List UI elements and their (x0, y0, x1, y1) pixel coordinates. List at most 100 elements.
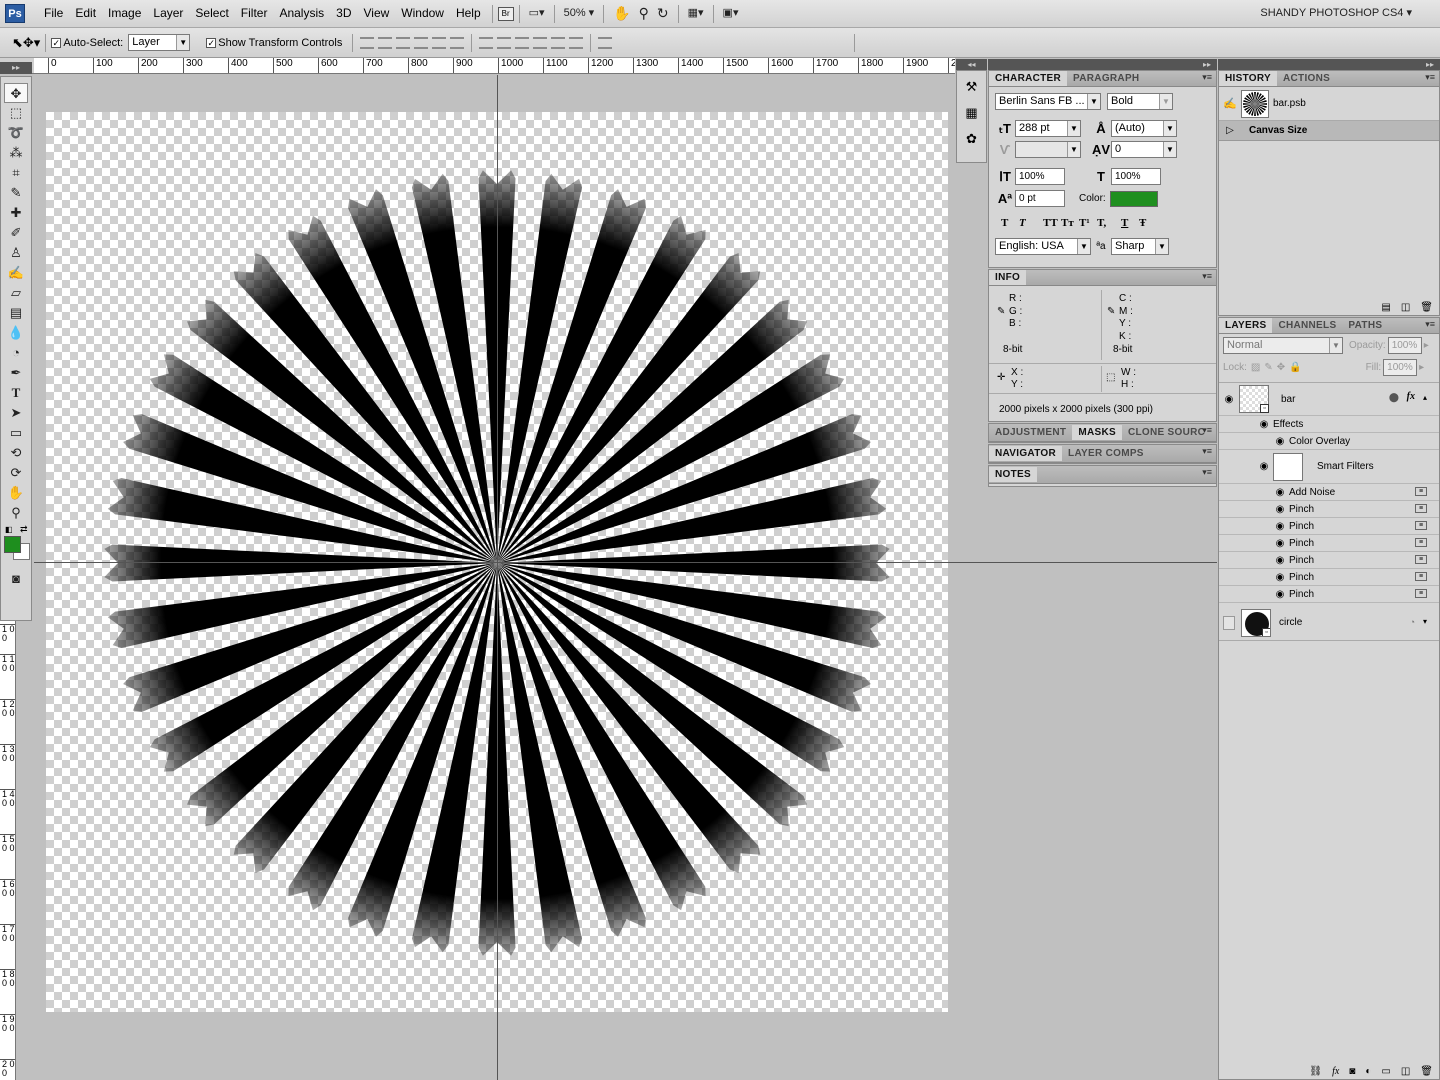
faux-bold-button[interactable]: T (1001, 217, 1019, 229)
layer-row-circle[interactable]: ▫ circle ◔ ▾ (1219, 605, 1439, 641)
filter-row[interactable]: ◉ Pinch ≡ (1219, 552, 1439, 569)
tab-navigator[interactable]: NAVIGATOR (989, 446, 1063, 461)
align-vcenter-icon[interactable] (378, 36, 393, 49)
adjustment-layer-icon[interactable]: ◐ (1365, 1066, 1371, 1077)
move-tool-preset-icon[interactable]: ⬉✥▾ (12, 35, 40, 51)
align-left-icon[interactable] (414, 36, 429, 49)
leading-field[interactable]: (Auto) ▼ (1111, 120, 1177, 137)
dodge-tool-icon[interactable]: ◔ (4, 343, 28, 363)
distribute-right-icon[interactable] (569, 36, 584, 49)
vertical-guide[interactable] (497, 75, 498, 1080)
layer-row-bar[interactable]: ◉ ▫ bar ⬤ fx ▴ (1219, 382, 1439, 416)
distribute-top-icon[interactable] (479, 36, 494, 49)
align-right-icon[interactable] (450, 36, 465, 49)
eye-icon[interactable]: ◉ (1273, 521, 1287, 532)
filter-blending-options-icon[interactable]: ≡ (1415, 589, 1427, 598)
filter-blending-options-icon[interactable]: ≡ (1415, 555, 1427, 564)
horizontal-guide[interactable] (34, 562, 1217, 563)
fill-slider-icon[interactable]: ▸ (1419, 362, 1424, 373)
healing-brush-tool-icon[interactable]: ✚ (4, 203, 28, 223)
text-color-swatch[interactable] (1109, 190, 1158, 207)
new-layer-icon[interactable]: ◫ (1401, 1066, 1410, 1077)
filter-blending-options-icon[interactable]: ≡ (1415, 572, 1427, 581)
superscript-button[interactable]: T¹ (1079, 217, 1097, 229)
type-tool-icon[interactable]: T (4, 383, 28, 403)
bridge-button[interactable]: Br (497, 6, 514, 21)
lasso-tool-icon[interactable]: ➰ (4, 123, 28, 143)
view-extras-icon[interactable]: ▭▾ (525, 0, 549, 27)
filter-row[interactable]: ◉ Pinch ≡ (1219, 518, 1439, 535)
filter-row[interactable]: ◉ Pinch ≡ (1219, 501, 1439, 518)
distribute-hcenter-icon[interactable] (551, 36, 566, 49)
new-snapshot-icon[interactable]: ◫ (1401, 302, 1410, 313)
3d-orbit-tool-icon[interactable]: ⟳ (4, 463, 28, 483)
fill-field[interactable]: 100% (1383, 359, 1418, 376)
filter-blending-options-icon[interactable]: ≡ (1415, 487, 1427, 496)
eraser-tool-icon[interactable]: ▱ (4, 283, 28, 303)
eye-icon[interactable]: ◉ (1257, 461, 1271, 472)
eye-icon[interactable]: ◉ (1273, 589, 1287, 600)
menu-edit[interactable]: Edit (69, 0, 102, 27)
eye-icon[interactable]: ◉ (1273, 538, 1287, 549)
clone-stamp-tool-icon[interactable]: ♙ (4, 243, 28, 263)
new-group-icon[interactable]: ▭ (1381, 1066, 1390, 1077)
lock-icons[interactable]: ▨✎✥🔒 (1251, 362, 1306, 373)
auto-select-dropdown[interactable]: Layer ▼ (128, 34, 191, 51)
align-top-icon[interactable] (360, 36, 375, 49)
faux-italic-button[interactable]: T (1019, 217, 1043, 229)
panel-menu-icon[interactable]: ▾≡ (1202, 467, 1212, 478)
eye-icon[interactable]: ◉ (1273, 487, 1287, 498)
font-style-dropdown[interactable]: Bold ▼ (1107, 93, 1173, 110)
tab-history[interactable]: HISTORY (1219, 71, 1277, 86)
horizontal-scale-field[interactable]: 100% (1111, 168, 1161, 185)
filter-row[interactable]: ◉ Pinch ≡ (1219, 586, 1439, 603)
swap-colors-icon[interactable]: ⇄ (20, 524, 28, 535)
filter-blending-options-icon[interactable]: ≡ (1415, 521, 1427, 530)
menu-image[interactable]: Image (102, 0, 147, 27)
menu-window[interactable]: Window (395, 0, 450, 27)
tab-character[interactable]: CHARACTER (989, 71, 1068, 86)
filter-row[interactable]: ◉ Pinch ≡ (1219, 569, 1439, 586)
styles-icon[interactable]: ✿ (962, 129, 982, 149)
blur-tool-icon[interactable]: 💧 (4, 323, 28, 343)
all-caps-button[interactable]: TT (1043, 217, 1061, 229)
menu-help[interactable]: Help (450, 0, 487, 27)
add-mask-icon[interactable]: ◙ (1349, 1066, 1355, 1077)
menu-select[interactable]: Select (189, 0, 234, 27)
filter-row[interactable]: ◉ Add Noise ≡ (1219, 484, 1439, 501)
workspace-switcher[interactable]: SHANDY PHOTOSHOP CS4 ▾ (1260, 0, 1412, 27)
tab-layers[interactable]: LAYERS (1219, 318, 1273, 333)
opacity-slider-icon[interactable]: ▸ (1424, 340, 1429, 351)
history-state[interactable]: ▷ Canvas Size (1219, 121, 1439, 141)
3d-rotate-tool-icon[interactable]: ⟲ (4, 443, 28, 463)
menu-layer[interactable]: Layer (147, 0, 189, 27)
tool-presets-icon[interactable]: ⚒ (962, 77, 982, 97)
expand-effects-icon[interactable]: ▾ (1423, 617, 1427, 626)
tab-adjustments[interactable]: ADJUSTMENT (989, 425, 1072, 440)
menu-3d[interactable]: 3D (330, 0, 357, 27)
tab-clone-source[interactable]: CLONE SOURC (1122, 425, 1211, 440)
shape-tool-icon[interactable]: ▭ (4, 423, 28, 443)
underline-button[interactable]: T (1121, 217, 1139, 229)
add-layer-style-icon[interactable]: fx (1332, 1066, 1339, 1077)
distribute-vcenter-icon[interactable] (497, 36, 512, 49)
pen-tool-icon[interactable]: ✒ (4, 363, 28, 383)
panel-menu-icon[interactable]: ▾≡ (1202, 271, 1212, 282)
distribute-bottom-icon[interactable] (515, 36, 530, 49)
tab-channels[interactable]: CHANNELS (1272, 318, 1342, 333)
hand-tool-icon[interactable]: ✋ (4, 483, 28, 503)
link-layers-icon[interactable]: ⛓ (1309, 1066, 1322, 1077)
history-snapshot[interactable]: ✍ bar.psb (1219, 87, 1439, 121)
eye-icon[interactable]: ◉ (1257, 419, 1271, 430)
tab-actions[interactable]: ACTIONS (1277, 71, 1336, 86)
align-bottom-icon[interactable] (396, 36, 411, 49)
layer-effects-icon[interactable]: fx (1407, 391, 1415, 402)
path-selection-tool-icon[interactable]: ➤ (4, 403, 28, 423)
panel-column-header[interactable]: ▸▸ (988, 59, 1217, 70)
quick-mask-icon[interactable]: ◙ (4, 569, 28, 589)
panel-menu-icon[interactable]: ▾≡ (1202, 446, 1212, 457)
rotate-view-icon[interactable]: ↻ (653, 0, 673, 27)
effects-row[interactable]: ◉ Effects (1219, 416, 1439, 433)
new-document-from-state-icon[interactable]: ▤ (1381, 302, 1390, 313)
auto-select-checkbox[interactable]: ✓ (51, 37, 62, 48)
